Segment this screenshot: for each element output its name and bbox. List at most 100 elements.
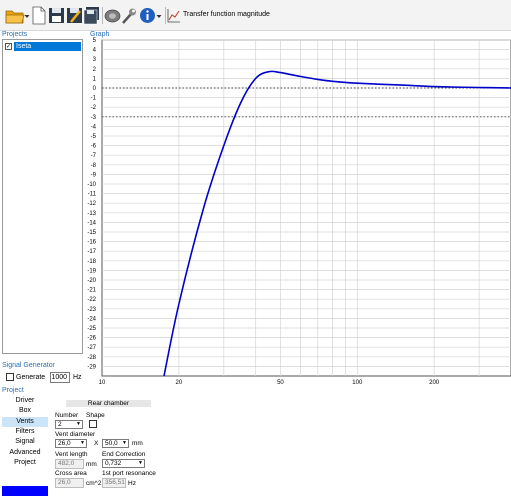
- y-tick-label: -19: [87, 268, 96, 274]
- shape-checkbox[interactable]: [89, 420, 97, 428]
- new-document-icon[interactable]: [32, 6, 46, 25]
- y-tick-label: 2: [93, 67, 97, 73]
- tab-signal[interactable]: Signal: [2, 437, 48, 447]
- project-item-label[interactable]: Iseta: [14, 42, 81, 51]
- projects-title: Projects: [2, 31, 28, 38]
- end-correction-value: 0,732: [105, 460, 122, 467]
- tab-driver[interactable]: Driver: [2, 396, 48, 406]
- x-tick-label: 200: [429, 380, 440, 386]
- x-tick-label: 20: [176, 380, 183, 386]
- y-tick-label: -21: [87, 288, 96, 294]
- y-tick-label: -7: [91, 153, 97, 159]
- y-tick-label: 1: [93, 76, 97, 82]
- y-tick-label: -11: [88, 192, 97, 198]
- wrench-icon[interactable]: [121, 6, 137, 25]
- status-bar: [2, 486, 48, 496]
- signal-generator-title: Signal Generator: [2, 362, 55, 369]
- x-tick-label: 10: [99, 380, 106, 386]
- y-tick-label: 4: [93, 48, 97, 54]
- end-correction-select[interactable]: 0,732 ▼: [102, 459, 145, 468]
- vent-length-label: Vent length: [55, 451, 88, 458]
- chevron-down-icon: ▼: [138, 460, 143, 466]
- generate-checkbox[interactable]: [6, 373, 14, 381]
- y-tick-label: -3: [91, 115, 97, 121]
- tab-advanced[interactable]: Advanced: [2, 448, 48, 458]
- project-title: Project: [2, 387, 24, 394]
- y-tick-label: -6: [91, 144, 97, 150]
- toolbar-separator: [165, 7, 166, 24]
- y-tick-label: 3: [93, 57, 97, 63]
- frequency-input[interactable]: 1000: [50, 372, 70, 383]
- project-tree[interactable]: ✓ Iseta: [2, 39, 83, 354]
- number-select[interactable]: 2 ▼: [55, 420, 83, 429]
- tab-project[interactable]: Project: [2, 458, 48, 468]
- transfer-function-label[interactable]: Transfer function magnitude: [183, 11, 270, 18]
- y-tick-label: 0: [93, 86, 97, 92]
- vent-diameter-label: Vent diameter: [55, 431, 96, 438]
- y-tick-label: -16: [87, 240, 96, 246]
- speaker-icon[interactable]: [104, 6, 121, 25]
- shape-label: Shape: [86, 412, 105, 419]
- chart-icon[interactable]: [167, 6, 181, 25]
- y-tick-label: -15: [87, 230, 96, 236]
- y-tick-label: -18: [87, 259, 96, 265]
- generate-label: Generate: [16, 374, 46, 381]
- y-tick-label: -23: [87, 307, 96, 313]
- vent-diameter2-value: 50,0: [105, 440, 118, 447]
- y-tick-label: -26: [87, 336, 96, 342]
- port-resonance-unit: Hz: [128, 480, 136, 487]
- number-label: Number: [55, 412, 79, 419]
- y-tick-label: 5: [93, 38, 97, 44]
- y-tick-label: -14: [87, 220, 96, 226]
- y-tick-label: -20: [87, 278, 96, 284]
- y-tick-label: -27: [87, 345, 96, 351]
- port-resonance-label: 1st port resonance: [102, 470, 156, 477]
- tab-vents[interactable]: Vents: [2, 417, 48, 427]
- vent-length-field[interactable]: 482,0: [55, 459, 84, 469]
- y-tick-label: -8: [91, 163, 97, 169]
- y-tick-label: -4: [91, 124, 97, 130]
- cross-area-label: Cross area: [55, 470, 87, 477]
- y-tick-label: -9: [91, 172, 97, 178]
- tab-box[interactable]: Box: [2, 406, 48, 416]
- x-tick-label: 100: [352, 380, 363, 386]
- y-tick-label: -2: [91, 105, 97, 111]
- y-tick-label: -13: [87, 211, 96, 217]
- info-dropdown-arrow-icon[interactable]: [156, 6, 162, 25]
- info-icon[interactable]: [139, 6, 156, 25]
- project-item-checkbox[interactable]: ✓: [5, 43, 12, 50]
- y-tick-label: -1: [91, 96, 97, 102]
- vent-diameter-unit: mm: [132, 440, 143, 447]
- dropdown-arrow-icon[interactable]: [24, 6, 30, 25]
- x-tick-label: 50: [277, 380, 284, 386]
- toolbar-separator: [102, 7, 103, 24]
- y-tick-label: -17: [87, 249, 96, 255]
- y-tick-label: -25: [87, 326, 96, 332]
- open-folder-icon[interactable]: [5, 6, 25, 25]
- port-resonance-field[interactable]: 356,51: [102, 478, 126, 488]
- end-correction-label: End Correction: [102, 451, 146, 458]
- tab-filters[interactable]: Filters: [2, 427, 48, 437]
- y-tick-label: -29: [87, 364, 96, 370]
- x-separator: X: [94, 440, 99, 447]
- save-icon[interactable]: [48, 6, 65, 25]
- y-tick-label: -5: [91, 134, 97, 140]
- y-tick-label: -10: [87, 182, 96, 188]
- graph-title: Graph: [90, 31, 110, 38]
- vent-length-unit: mm: [86, 461, 97, 468]
- plot-area: [101, 39, 511, 377]
- chevron-down-icon: ▼: [122, 440, 127, 446]
- chevron-down-icon: ▼: [80, 440, 85, 446]
- project-tree-item[interactable]: ✓ Iseta: [5, 42, 81, 51]
- cross-area-field[interactable]: 26,0: [55, 478, 84, 488]
- vent-diameter2-select[interactable]: 50,0 ▼: [102, 439, 129, 448]
- y-tick-label: -28: [87, 355, 96, 361]
- vent-diameter-select[interactable]: 26,0 ▼: [55, 439, 87, 448]
- y-tick-label: -12: [87, 201, 96, 207]
- rear-chamber-header: Rear chamber: [66, 400, 151, 407]
- toolbar: Transfer function magnitude: [0, 0, 511, 31]
- save-all-icon[interactable]: [83, 6, 100, 25]
- number-value: 2: [58, 421, 62, 428]
- save-as-icon[interactable]: [66, 6, 83, 25]
- response-curve: [163, 70, 511, 377]
